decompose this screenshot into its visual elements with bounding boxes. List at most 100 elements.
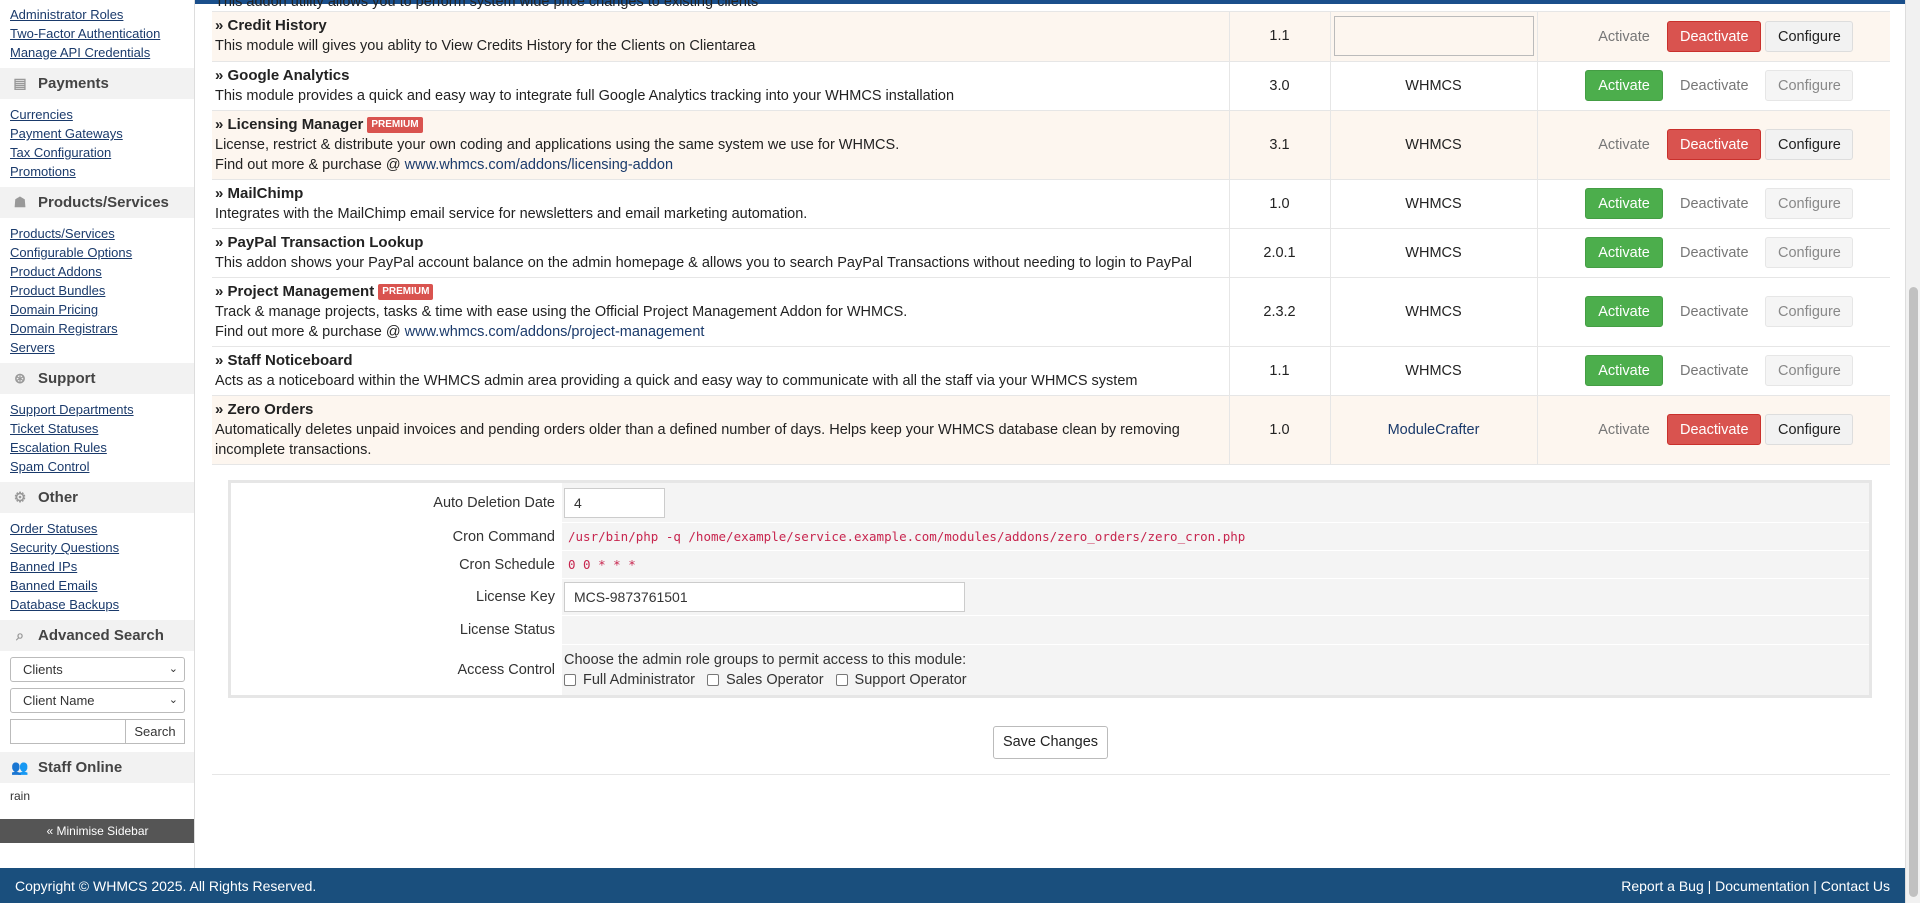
sidebar-link-domain-pricing[interactable]: Domain Pricing [10, 300, 194, 319]
module-version: 2.3.2 [1228, 277, 1330, 347]
module-author: WHMCS [1405, 244, 1462, 261]
deactivate-button[interactable]: Deactivate [1667, 70, 1761, 101]
sidebar-group-other: Order Statuses Security Questions Banned… [0, 519, 194, 614]
sidebar-link-currencies[interactable]: Currencies [10, 105, 194, 124]
sidebar-link-banned-ips[interactable]: Banned IPs [10, 557, 194, 576]
module-description: Automatically deletes unpaid invoices an… [215, 421, 1180, 458]
configure-button[interactable]: Configure [1765, 129, 1853, 160]
search-field-select[interactable]: Client Name ⌄ [10, 688, 185, 713]
module-author-cell: WHMCS [1329, 110, 1537, 180]
report-bug-link[interactable]: Report a Bug [1621, 878, 1704, 894]
module-name: » Licensing Manager [215, 115, 364, 133]
module-author-cell: WHMCS [1329, 346, 1537, 396]
configure-button[interactable]: Configure [1765, 188, 1853, 219]
deactivate-button[interactable]: Deactivate [1667, 20, 1761, 52]
module-author: WHMCS [1405, 136, 1462, 153]
binoculars-icon: ⌕ [16, 627, 24, 643]
configure-button[interactable]: Configure [1765, 296, 1853, 327]
premium-badge: PREMIUM [378, 283, 434, 300]
configure-button[interactable]: Configure [1765, 355, 1853, 386]
deactivate-button[interactable]: Deactivate [1667, 355, 1761, 386]
purchase-link[interactable]: www.whmcs.com/addons/licensing-addon [405, 157, 673, 173]
module-author-link[interactable]: ModuleCrafter [1388, 422, 1480, 438]
activate-button[interactable]: Activate [1585, 129, 1663, 160]
sidebar-link-payment-gateways[interactable]: Payment Gateways [10, 124, 194, 143]
deactivate-button[interactable]: Deactivate [1667, 237, 1761, 268]
search-input[interactable] [10, 719, 126, 744]
access-control-label: Access Control [231, 645, 562, 695]
sidebar-link-order-statuses[interactable]: Order Statuses [10, 519, 194, 538]
save-changes-button[interactable]: Save Changes [993, 726, 1108, 759]
module-author: WHMCS [1405, 195, 1462, 212]
configure-button[interactable]: Configure [1765, 20, 1853, 52]
role-checkbox-sales-operator[interactable]: Sales Operator [707, 670, 824, 690]
users-icon: 👥 [11, 759, 29, 775]
checkbox[interactable] [835, 674, 848, 686]
sidebar-link-ticket-statuses[interactable]: Ticket Statuses [10, 419, 194, 438]
module-description-cell: » Credit History This module will gives … [212, 12, 1229, 62]
sidebar-heading-other: ⚙ Other [0, 482, 194, 513]
sidebar-link-two-factor[interactable]: Two-Factor Authentication [10, 24, 194, 43]
sidebar-heading-advanced-search: ⌕ Advanced Search [0, 620, 194, 651]
sidebar-link-servers[interactable]: Servers [10, 338, 194, 357]
activate-button[interactable]: Activate [1585, 414, 1663, 445]
sidebar-group-support: Support Departments Ticket Statuses Esca… [0, 400, 194, 476]
sidebar-link-api-credentials[interactable]: Manage API Credentials [10, 43, 194, 62]
deactivate-button[interactable]: Deactivate [1667, 296, 1761, 327]
activate-button[interactable]: Activate [1585, 188, 1663, 219]
deactivate-button[interactable]: Deactivate [1667, 414, 1761, 445]
sidebar-link-administrator-roles[interactable]: Administrator Roles [10, 5, 194, 24]
module-name: » Staff Noticeboard [215, 351, 353, 369]
sidebar-link-support-departments[interactable]: Support Departments [10, 400, 194, 419]
sidebar-link-products-services[interactable]: Products/Services [10, 224, 194, 243]
sidebar-link-domain-registrars[interactable]: Domain Registrars [10, 319, 194, 338]
sidebar-link-banned-emails[interactable]: Banned Emails [10, 576, 194, 595]
activate-button[interactable]: Activate [1585, 355, 1663, 386]
activate-button[interactable]: Activate [1585, 296, 1663, 327]
auto-deletion-input[interactable]: 4 [564, 487, 665, 518]
license-status-value [562, 616, 1869, 644]
sidebar-heading-products: ☗ Products/Services [0, 187, 194, 218]
sidebar-link-configurable-options[interactable]: Configurable Options [10, 243, 194, 262]
minimise-sidebar-button[interactable]: « Minimise Sidebar [0, 819, 194, 843]
module-version: 1.0 [1228, 395, 1330, 465]
contact-us-link[interactable]: Contact Us [1821, 878, 1890, 894]
role-checkbox-support-operator[interactable]: Support Operator [835, 670, 967, 690]
sidebar-link-database-backups[interactable]: Database Backups [10, 595, 194, 614]
sidebar-link-product-addons[interactable]: Product Addons [10, 262, 194, 281]
module-actions: Activate Deactivate Configure [1536, 277, 1890, 347]
module-name: » Google Analytics [215, 66, 350, 84]
documentation-link[interactable]: Documentation [1715, 878, 1809, 894]
activate-button[interactable]: Activate [1585, 21, 1663, 52]
checkbox[interactable] [564, 674, 576, 686]
activate-button[interactable]: Activate [1585, 237, 1663, 268]
module-actions: Activate Deactivate Configure [1536, 395, 1890, 465]
role-checkbox-full-administrator[interactable]: Full Administrator [564, 670, 695, 690]
configure-button[interactable]: Configure [1765, 70, 1853, 101]
cron-schedule-label: Cron Schedule [231, 551, 562, 578]
sidebar-link-escalation-rules[interactable]: Escalation Rules [10, 438, 194, 457]
module-description: License, restrict & distribute your own … [215, 136, 900, 153]
configure-button[interactable]: Configure [1765, 414, 1853, 445]
sidebar-link-product-bundles[interactable]: Product Bundles [10, 281, 194, 300]
page-scrollbar[interactable] [1905, 0, 1920, 903]
deactivate-button[interactable]: Deactivate [1667, 188, 1761, 219]
license-key-input[interactable]: MCS-9873761501 [564, 582, 965, 612]
configure-button[interactable]: Configure [1765, 237, 1853, 268]
search-button[interactable]: Search [126, 719, 185, 744]
module-version: 3.0 [1228, 61, 1330, 111]
module-author-cell [1329, 12, 1537, 62]
activate-button[interactable]: Activate [1585, 70, 1663, 101]
sidebar-link-tax-configuration[interactable]: Tax Configuration [10, 143, 194, 162]
purchase-link[interactable]: www.whmcs.com/addons/project-management [405, 324, 705, 340]
scrollbar-thumb[interactable] [1909, 287, 1918, 897]
deactivate-button[interactable]: Deactivate [1667, 129, 1761, 160]
sidebar-link-spam-control[interactable]: Spam Control [10, 457, 194, 476]
sidebar-link-security-questions[interactable]: Security Questions [10, 538, 194, 557]
module-actions: Activate Deactivate Configure [1536, 110, 1890, 180]
checkbox[interactable] [707, 674, 720, 686]
module-description-cell: » Google Analytics This module provides … [212, 61, 1229, 111]
sidebar-heading-staff-online: 👥 Staff Online [0, 752, 194, 783]
sidebar-link-promotions[interactable]: Promotions [10, 162, 194, 181]
search-type-select[interactable]: Clients ⌄ [10, 657, 185, 682]
